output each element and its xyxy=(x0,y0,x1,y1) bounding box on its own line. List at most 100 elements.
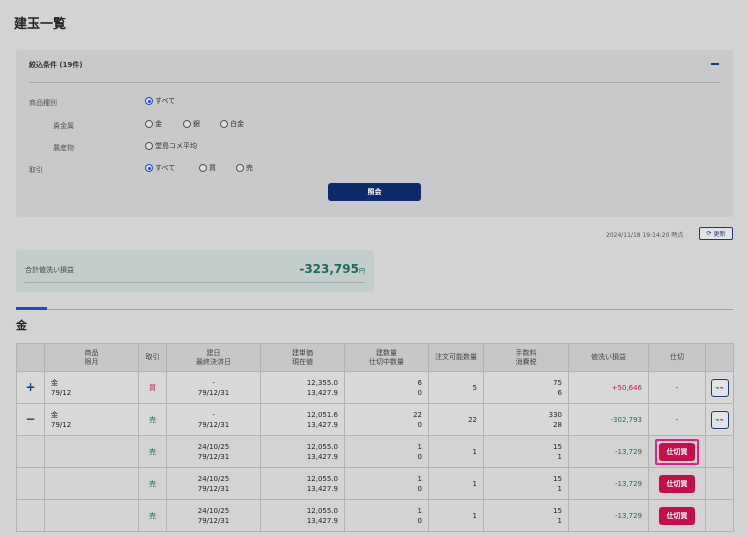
fee-cell: 15 1 xyxy=(483,435,569,468)
radio-icon xyxy=(145,142,153,150)
qty-cell: 22 0 xyxy=(344,403,429,436)
fee-cell: 15 1 xyxy=(483,499,569,532)
pl-cell: -13,729 xyxy=(568,435,649,468)
date-cell: 24/10/25 79/12/31 xyxy=(166,467,261,500)
price-cell: 12,055.0 13,427.9 xyxy=(260,499,345,532)
settle-cell: 仕切買 xyxy=(648,499,706,532)
empty-cell xyxy=(705,467,734,500)
trade-cell: 売 xyxy=(138,403,167,436)
settle-buy-button[interactable]: 仕切買 xyxy=(659,506,695,525)
radio-checked-icon xyxy=(145,164,153,172)
product-cell: 金 79/12 xyxy=(44,403,139,436)
price-cell: 12,055.0 13,427.9 xyxy=(260,435,345,468)
divider xyxy=(29,82,720,83)
radio-rice[interactable]: 堂島コメ平均 xyxy=(145,141,197,151)
refresh-icon: ⟳ xyxy=(706,230,712,237)
summary-label: 合計値洗い損益 xyxy=(25,266,74,274)
sub-row: 売 24/10/25 79/12/31 12,055.0 13,427.9 10 1… xyxy=(16,499,734,532)
header-fee: 手数料 消費税 xyxy=(483,343,569,372)
fee-cell: 330 28 xyxy=(483,403,569,436)
product-type-label: 商品種別 xyxy=(29,99,57,107)
filter-panel: 絞込条件 (19件) 商品種別 すべて 貴金属 金 銀 白金 農産物 堂島コメ平… xyxy=(16,50,733,217)
header-pl: 値洗い損益 xyxy=(568,343,649,372)
chart-icon[interactable]: ⌁⌁ xyxy=(710,378,729,397)
orderable-cell: 1 xyxy=(428,435,484,468)
empty-cell xyxy=(44,499,139,532)
settle-cell: - xyxy=(648,371,706,404)
product-cell: 金 79/12 xyxy=(44,371,139,404)
empty-cell xyxy=(44,435,139,468)
qty-cell: 10 xyxy=(344,467,429,500)
radio-icon xyxy=(199,164,207,172)
date-cell: 24/10/25 79/12/31 xyxy=(166,435,261,468)
empty-cell xyxy=(705,435,734,468)
page-title: 建玉一覧 xyxy=(14,17,67,32)
settle-buy-button[interactable]: 仕切買 xyxy=(659,442,695,461)
trade-label: 取引 xyxy=(29,166,43,174)
tab-active-indicator[interactable] xyxy=(16,307,47,310)
header-settle: 仕切 xyxy=(648,343,706,372)
expand-cell[interactable]: − xyxy=(16,403,45,436)
radio-icon xyxy=(145,120,153,128)
radio-gold[interactable]: 金 xyxy=(145,119,162,129)
tab-line xyxy=(16,309,733,310)
fee-cell: 75 6 xyxy=(483,371,569,404)
qty-cell: 10 xyxy=(344,435,429,468)
header-date: 建日 最終決済日 xyxy=(166,343,261,372)
trade-cell: 売 xyxy=(138,467,167,500)
summary-value: -323,795円 xyxy=(299,262,365,276)
date-cell: -79/12/31 xyxy=(166,403,261,436)
qty-cell: 60 xyxy=(344,371,429,404)
precious-label: 貴金属 xyxy=(53,122,74,130)
settle-buy-button[interactable]: 仕切買 xyxy=(659,474,695,493)
expand-cell[interactable]: + xyxy=(16,371,45,404)
empty-cell xyxy=(16,435,45,468)
query-button[interactable]: 照会 xyxy=(328,183,421,201)
header-chart xyxy=(705,343,734,372)
date-cell: 24/10/25 79/12/31 xyxy=(166,499,261,532)
section-title: 金 xyxy=(16,319,27,332)
header-price: 建単価 現在値 xyxy=(260,343,345,372)
radio-platinum[interactable]: 白金 xyxy=(220,119,244,129)
settle-cell: 仕切買 xyxy=(648,435,706,468)
empty-cell xyxy=(16,467,45,500)
price-cell: 12,355.0 13,427.9 xyxy=(260,371,345,404)
qty-cell: 10 xyxy=(344,499,429,532)
summary-box: 合計値洗い損益 -323,795円 xyxy=(16,250,374,292)
empty-cell xyxy=(705,499,734,532)
expand-icon[interactable]: + xyxy=(25,380,35,394)
radio-trade-buy[interactable]: 買 xyxy=(199,163,216,173)
divider xyxy=(25,282,365,283)
orderable-cell: 1 xyxy=(428,499,484,532)
timestamp: 2024/11/18 19:14:20 時点 xyxy=(606,232,684,239)
agri-label: 農産物 xyxy=(53,144,74,152)
filter-header: 絞込条件 (19件) xyxy=(29,61,83,69)
chart-icon[interactable]: ⌁⌁ xyxy=(710,410,729,429)
header-expand xyxy=(16,343,45,372)
chart-cell: ⌁⌁ xyxy=(705,403,734,436)
settle-cell: 仕切買 xyxy=(648,467,706,500)
radio-silver[interactable]: 銀 xyxy=(183,119,200,129)
table-row: + 金 79/12 買 -79/12/31 12,355.0 13,427.9 60… xyxy=(16,371,734,404)
radio-product-all[interactable]: すべて xyxy=(145,96,175,106)
collapse-row-icon[interactable]: − xyxy=(25,412,35,426)
collapse-icon[interactable] xyxy=(710,58,720,68)
radio-icon xyxy=(183,120,191,128)
refresh-button[interactable]: ⟳ 更新 xyxy=(699,227,733,240)
radio-icon xyxy=(236,164,244,172)
trade-cell: 売 xyxy=(138,435,167,468)
radio-trade-sell[interactable]: 売 xyxy=(236,163,253,173)
radio-checked-icon xyxy=(145,97,153,105)
sub-row: 売 24/10/25 79/12/31 12,055.0 13,427.9 10 1… xyxy=(16,467,734,500)
positions-table: 商品 限月 取引 建日 最終決済日 建単価 現在値 建数量 仕切中数量 注文可能数量 手… xyxy=(16,343,734,532)
price-cell: 12,051.6 13,427.9 xyxy=(260,403,345,436)
pl-cell: -13,729 xyxy=(568,499,649,532)
header-product: 商品 限月 xyxy=(44,343,139,372)
header-trade: 取引 xyxy=(138,343,167,372)
trade-cell: 売 xyxy=(138,499,167,532)
orderable-cell: 22 xyxy=(428,403,484,436)
empty-cell xyxy=(44,467,139,500)
radio-trade-all[interactable]: すべて xyxy=(145,163,175,173)
pl-cell: -302,793 xyxy=(568,403,649,436)
pl-cell: -13,729 xyxy=(568,467,649,500)
